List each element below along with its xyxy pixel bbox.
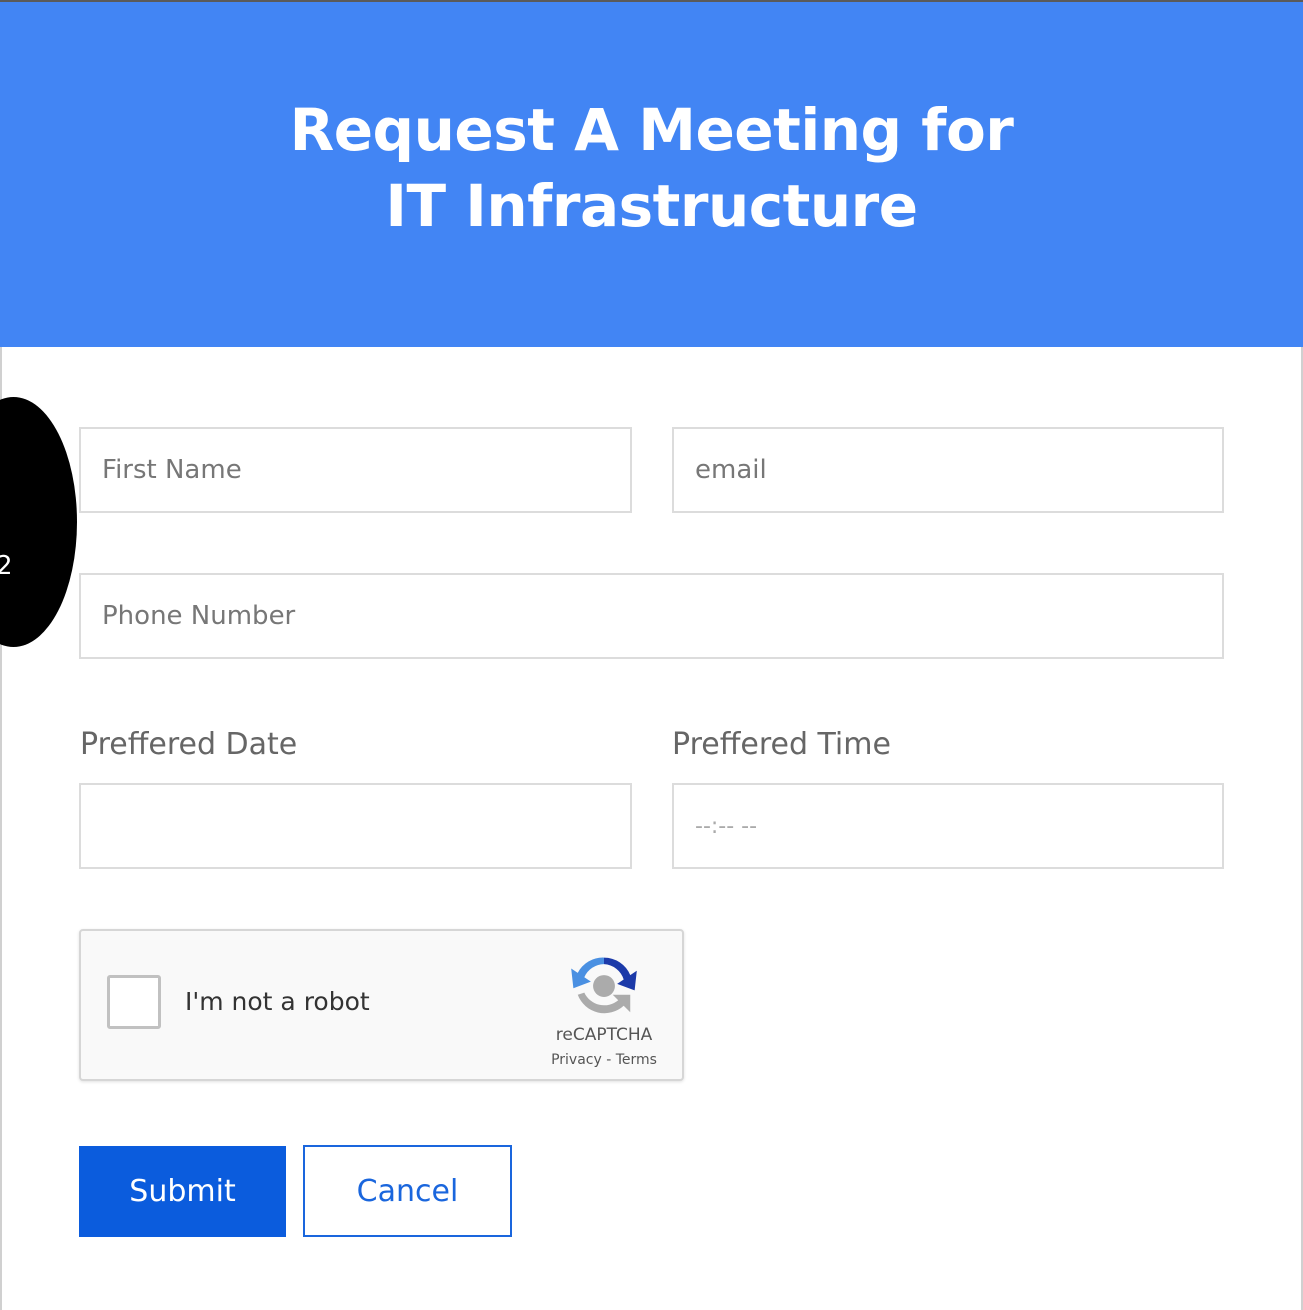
recaptcha-widget: I'm not a robot reCAPTCHA Privacy - Term… [79, 929, 684, 1081]
preferred-date-input[interactable] [79, 783, 632, 869]
page-title-line-1: Request A Meeting for [289, 95, 1014, 164]
recaptcha-brand: reCAPTCHA [555, 1025, 653, 1045]
cancel-button[interactable]: Cancel [303, 1145, 512, 1237]
step-badge [0, 397, 77, 647]
email-input[interactable]: email [672, 427, 1224, 513]
preferred-time-placeholder: --:-- -- [695, 813, 758, 839]
email-placeholder: email [695, 455, 767, 485]
phone-number-input[interactable]: Phone Number [79, 573, 1224, 659]
meeting-request-page: Request A Meeting for IT Infrastructure … [0, 0, 1303, 1310]
recaptcha-checkbox[interactable] [107, 975, 161, 1029]
preferred-date-label: Preffered Date [80, 727, 298, 762]
preferred-time-input[interactable]: --:-- -- [672, 783, 1224, 869]
preferred-time-label: Preffered Time [672, 727, 891, 762]
page-title-line-2: IT Infrastructure [385, 171, 918, 240]
submit-button[interactable]: Submit [79, 1146, 286, 1237]
first-name-placeholder: First Name [102, 455, 242, 485]
header-banner: Request A Meeting for IT Infrastructure [0, 2, 1303, 347]
recaptcha-logo-icon [571, 957, 637, 1014]
recaptcha-privacy-terms-links[interactable]: Privacy - Terms [541, 1051, 667, 1069]
step-badge-number: 2 [0, 551, 13, 581]
page-title: Request A Meeting for IT Infrastructure [290, 92, 1014, 244]
recaptcha-label: I'm not a robot [185, 987, 370, 1016]
first-name-input[interactable]: First Name [79, 427, 632, 513]
phone-number-placeholder: Phone Number [102, 601, 296, 631]
